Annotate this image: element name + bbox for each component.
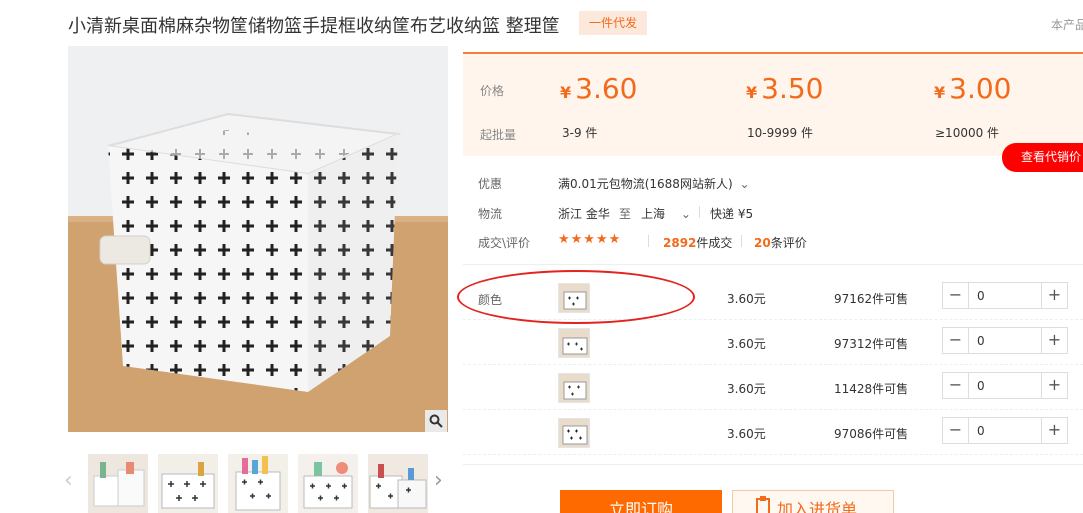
decrement-button[interactable]: − — [943, 283, 969, 308]
annotation-ellipse — [457, 270, 695, 324]
reviews-count-group[interactable]: 20条评价 — [754, 234, 807, 251]
add-to-purchase-list-button[interactable]: 加入进货单 — [732, 490, 894, 513]
divider — [463, 464, 1083, 465]
sku-stock: 97162件可售 — [834, 292, 909, 306]
rating-stars: ★★★★★ — [558, 232, 622, 247]
dropship-badge[interactable]: 一件代发 — [579, 11, 647, 35]
divider — [699, 206, 700, 218]
qty-range-1: 3-9 件 — [562, 126, 598, 140]
thumbnail-2[interactable] — [158, 454, 218, 513]
sku-row: 3.60元 11428件可售 − 0 + — [463, 365, 1083, 410]
price-label: 价格 — [480, 84, 505, 98]
thumbnail-5[interactable] — [368, 454, 428, 513]
deals-count: 2892 — [663, 236, 697, 250]
basket-illustration — [68, 46, 448, 432]
sku-stock: 11428件可售 — [834, 382, 909, 396]
quantity-stepper: − 0 + — [942, 327, 1068, 354]
main-product-image[interactable] — [68, 46, 448, 432]
promo-text: 满0.01元包物流(1688网站新人) — [558, 177, 733, 191]
quantity-input[interactable]: 0 — [977, 379, 985, 393]
chevron-left-icon[interactable]: ‹ — [64, 468, 73, 493]
cart-list-icon — [755, 492, 771, 513]
chevron-down-icon: ⌄ — [680, 207, 691, 221]
reviews-unit: 条评价 — [770, 236, 807, 250]
divider — [463, 264, 1083, 265]
price-tier-2: ¥3.50 — [746, 72, 823, 105]
price-panel: 价格 起批量 ¥3.60 ¥3.50 ¥3.00 3-9 件 10-9999 件… — [463, 52, 1083, 156]
reviews-count: 20 — [754, 236, 771, 250]
currency-symbol: ¥ — [560, 83, 572, 102]
decrement-button[interactable]: − — [943, 328, 969, 353]
sku-thumbnail[interactable] — [558, 328, 590, 358]
thumbnail-3[interactable] — [228, 454, 288, 513]
quantity-stepper: − 0 + — [942, 282, 1068, 309]
sku-price: 3.60元 — [727, 337, 766, 351]
sku-row: 3.60元 97086件可售 − 0 + — [463, 410, 1083, 455]
chevron-right-icon[interactable]: › — [434, 468, 443, 493]
destination-select[interactable]: 上海 ⌄ — [641, 205, 691, 222]
currency-symbol: ¥ — [934, 83, 946, 102]
deals-unit: 件成交 — [696, 236, 733, 250]
sku-stock: 97312件可售 — [834, 337, 909, 351]
deals-count-group[interactable]: 2892件成交 — [663, 234, 732, 251]
quantity-stepper: − 0 + — [942, 417, 1068, 444]
add-to-purchase-list-label: 加入进货单 — [777, 500, 858, 513]
sku-price: 3.60元 — [727, 427, 766, 441]
chevron-down-icon: ⌄ — [739, 177, 750, 191]
quantity-input[interactable]: 0 — [977, 289, 985, 303]
price-value: 3.50 — [761, 72, 824, 105]
buy-now-button[interactable]: 立即订购 — [560, 490, 722, 513]
moq-label: 起批量 — [480, 128, 517, 142]
sku-stock: 97086件可售 — [834, 427, 909, 441]
shipping-fee: 快递 ¥5 — [710, 207, 754, 221]
qty-range-2: 10-9999 件 — [747, 126, 813, 140]
view-agent-price-button[interactable]: 查看代销价 — [1002, 143, 1083, 172]
increment-button[interactable]: + — [1041, 373, 1067, 398]
magnifier-icon[interactable] — [425, 410, 447, 432]
destination-text: 上海 — [641, 207, 666, 221]
promo-dropdown[interactable]: 满0.01元包物流(1688网站新人) ⌄ — [558, 175, 750, 192]
divider — [741, 235, 742, 247]
thumbnail-4[interactable] — [298, 454, 358, 513]
increment-button[interactable]: + — [1041, 283, 1067, 308]
price-tier-3: ¥3.00 — [934, 72, 1011, 105]
sku-price: 3.60元 — [727, 382, 766, 396]
quantity-input[interactable]: 0 — [977, 424, 985, 438]
currency-symbol: ¥ — [746, 83, 758, 102]
sku-price: 3.60元 — [727, 292, 766, 306]
price-value: 3.60 — [575, 72, 638, 105]
sku-row: 3.60元 97312件可售 − 0 + — [463, 320, 1083, 365]
logistics-label: 物流 — [478, 207, 503, 221]
promo-label: 优惠 — [478, 177, 503, 191]
price-value: 3.00 — [949, 72, 1012, 105]
ship-from: 浙江 金华 — [558, 207, 610, 221]
price-tier-1: ¥3.60 — [560, 72, 637, 105]
sku-thumbnail[interactable] — [558, 373, 590, 403]
thumbnail-1[interactable] — [88, 454, 148, 513]
decrement-button[interactable]: − — [943, 373, 969, 398]
increment-button[interactable]: + — [1041, 328, 1067, 353]
divider — [648, 235, 649, 247]
product-title: 小清新桌面棉麻杂物筐储物篮手提框收纳筐布艺收纳篮 整理筐 — [68, 16, 560, 37]
quantity-stepper: − 0 + — [942, 372, 1068, 399]
to-word: 至 — [619, 207, 632, 221]
increment-button[interactable]: + — [1041, 418, 1067, 443]
sku-thumbnail[interactable] — [558, 418, 590, 448]
quantity-input[interactable]: 0 — [977, 334, 985, 348]
decrement-button[interactable]: − — [943, 418, 969, 443]
product-note: 本产品 — [1051, 18, 1083, 32]
deals-label: 成交\评价 — [478, 236, 531, 250]
qty-range-3: ≥10000 件 — [935, 126, 1000, 140]
